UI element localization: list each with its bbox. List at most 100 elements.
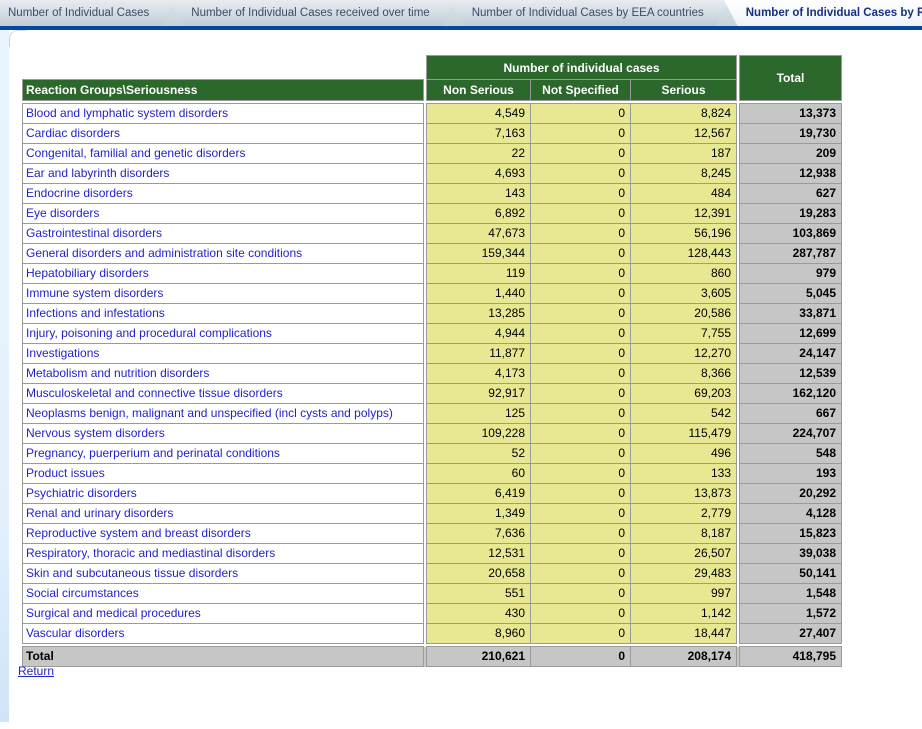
case-count-cell: 484 xyxy=(631,184,737,204)
tab-4[interactable]: Number of Individual Cases by Reaction G… xyxy=(724,0,922,26)
total-non-serious: 210,621 xyxy=(427,647,531,667)
case-count-cell: 3,605 xyxy=(631,284,737,304)
case-count-cell: 0 xyxy=(531,104,631,124)
reaction-group-link[interactable]: Social circumstances xyxy=(23,584,424,604)
table-row: General disorders and administration sit… xyxy=(23,244,842,264)
case-count-cell: 29,483 xyxy=(631,564,737,584)
table-row: Blood and lymphatic system disorders4,54… xyxy=(23,104,842,124)
row-total-cell: 39,038 xyxy=(740,544,842,564)
table-row: Eye disorders6,892012,39119,283 xyxy=(23,204,842,224)
header-spacer xyxy=(23,56,424,80)
case-count-cell: 187 xyxy=(631,144,737,164)
case-count-cell: 4,173 xyxy=(427,364,531,384)
case-count-cell: 0 xyxy=(531,524,631,544)
row-dimension-header: Reaction Groups\Seriousness xyxy=(23,80,424,101)
row-total-cell: 24,147 xyxy=(740,344,842,364)
column-group-header: Number of individual cases xyxy=(427,56,737,80)
case-count-cell: 8,824 xyxy=(631,104,737,124)
reaction-group-link[interactable]: Skin and subcutaneous tissue disorders xyxy=(23,564,424,584)
reaction-group-link[interactable]: Respiratory, thoracic and mediastinal di… xyxy=(23,544,424,564)
tab-2[interactable]: Number of Individual Cases received over… xyxy=(169,0,455,26)
case-count-cell: 26,507 xyxy=(631,544,737,564)
case-count-cell: 47,673 xyxy=(427,224,531,244)
reaction-group-link[interactable]: Metabolism and nutrition disorders xyxy=(23,364,424,384)
row-total-cell: 1,572 xyxy=(740,604,842,624)
reaction-group-link[interactable]: Neoplasms benign, malignant and unspecif… xyxy=(23,404,424,424)
reaction-group-link[interactable]: Gastrointestinal disorders xyxy=(23,224,424,244)
case-count-cell: 4,549 xyxy=(427,104,531,124)
table-row: Hepatobiliary disorders1190860979 xyxy=(23,264,842,284)
reaction-group-link[interactable]: Investigations xyxy=(23,344,424,364)
reaction-group-link[interactable]: Psychiatric disorders xyxy=(23,484,424,504)
case-count-cell: 1,142 xyxy=(631,604,737,624)
return-link[interactable]: Return xyxy=(18,664,54,678)
case-count-cell: 143 xyxy=(427,184,531,204)
reaction-group-link[interactable]: Ear and labyrinth disorders xyxy=(23,164,424,184)
table-row: Musculoskeletal and connective tissue di… xyxy=(23,384,842,404)
cases-by-reaction-group-table: Number of individual cases Total Reactio… xyxy=(22,55,842,667)
reaction-group-link[interactable]: Surgical and medical procedures xyxy=(23,604,424,624)
grand-total: 418,795 xyxy=(740,647,842,667)
row-total-cell: 19,283 xyxy=(740,204,842,224)
table-row: Endocrine disorders1430484627 xyxy=(23,184,842,204)
reaction-group-link[interactable]: Immune system disorders xyxy=(23,284,424,304)
case-count-cell: 0 xyxy=(531,624,631,644)
row-total-cell: 209 xyxy=(740,144,842,164)
row-total-cell: 548 xyxy=(740,444,842,464)
table-row: Ear and labyrinth disorders4,69308,24512… xyxy=(23,164,842,184)
reaction-group-link[interactable]: Product issues xyxy=(23,464,424,484)
case-count-cell: 860 xyxy=(631,264,737,284)
reaction-group-link[interactable]: Endocrine disorders xyxy=(23,184,424,204)
table-body: Blood and lymphatic system disorders4,54… xyxy=(23,101,842,644)
table-row: Injury, poisoning and procedural complic… xyxy=(23,324,842,344)
reaction-group-link[interactable]: Musculoskeletal and connective tissue di… xyxy=(23,384,424,404)
reaction-group-link[interactable]: Injury, poisoning and procedural complic… xyxy=(23,324,424,344)
row-total-cell: 13,373 xyxy=(740,104,842,124)
reaction-group-link[interactable]: Congenital, familial and genetic disorde… xyxy=(23,144,424,164)
case-count-cell: 20,586 xyxy=(631,304,737,324)
reaction-group-link[interactable]: General disorders and administration sit… xyxy=(23,244,424,264)
reaction-group-link[interactable]: Cardiac disorders xyxy=(23,124,424,144)
reaction-group-link[interactable]: Reproductive system and breast disorders xyxy=(23,524,424,544)
report-content: Number of individual cases Total Reactio… xyxy=(0,30,922,729)
reaction-group-link[interactable]: Nervous system disorders xyxy=(23,424,424,444)
case-count-cell: 8,366 xyxy=(631,364,737,384)
reaction-group-link[interactable]: Hepatobiliary disorders xyxy=(23,264,424,284)
case-count-cell: 0 xyxy=(531,364,631,384)
case-count-cell: 20,658 xyxy=(427,564,531,584)
case-count-cell: 13,285 xyxy=(427,304,531,324)
reaction-group-link[interactable]: Blood and lymphatic system disorders xyxy=(23,104,424,124)
table-row: Surgical and medical procedures43001,142… xyxy=(23,604,842,624)
case-count-cell: 8,960 xyxy=(427,624,531,644)
case-count-cell: 0 xyxy=(531,424,631,444)
case-count-cell: 18,447 xyxy=(631,624,737,644)
row-total-cell: 5,045 xyxy=(740,284,842,304)
column-header-serious: Serious xyxy=(631,80,737,101)
case-count-cell: 125 xyxy=(427,404,531,424)
case-count-cell: 0 xyxy=(531,284,631,304)
header-row-columns: Reaction Groups\Seriousness Non Serious … xyxy=(23,80,842,101)
total-row: Total 210,621 0 208,174 418,795 xyxy=(23,647,842,667)
column-header-non-serious: Non Serious xyxy=(427,80,531,101)
table-row: Metabolism and nutrition disorders4,1730… xyxy=(23,364,842,384)
case-count-cell: 13,873 xyxy=(631,484,737,504)
row-total-cell: 12,699 xyxy=(740,324,842,344)
case-count-cell: 0 xyxy=(531,224,631,244)
total-not-specified: 0 xyxy=(531,647,631,667)
case-count-cell: 159,344 xyxy=(427,244,531,264)
reaction-group-link[interactable]: Renal and urinary disorders xyxy=(23,504,424,524)
case-count-cell: 496 xyxy=(631,444,737,464)
tab-1[interactable]: Number of Individual Cases xyxy=(0,0,175,26)
case-count-cell: 0 xyxy=(531,124,631,144)
reaction-group-link[interactable]: Pregnancy, puerperium and perinatal cond… xyxy=(23,444,424,464)
reaction-group-link[interactable]: Eye disorders xyxy=(23,204,424,224)
case-count-cell: 0 xyxy=(531,564,631,584)
tab-3[interactable]: Number of Individual Cases by EEA countr… xyxy=(450,0,730,26)
row-total-cell: 27,407 xyxy=(740,624,842,644)
reaction-group-link[interactable]: Vascular disorders xyxy=(23,624,424,644)
case-count-cell: 69,203 xyxy=(631,384,737,404)
case-count-cell: 0 xyxy=(531,484,631,504)
case-count-cell: 12,567 xyxy=(631,124,737,144)
case-count-cell: 0 xyxy=(531,164,631,184)
reaction-group-link[interactable]: Infections and infestations xyxy=(23,304,424,324)
